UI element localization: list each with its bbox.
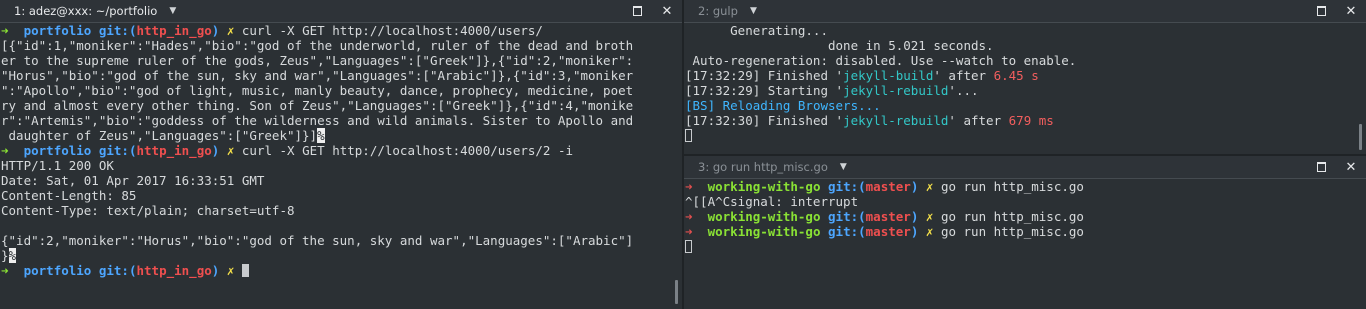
output-line: daughter of Zeus","Languages":["Greek"]}… <box>1 128 325 143</box>
left-pane-dropdown-icon[interactable]: ▼ <box>169 6 176 16</box>
cursor-line <box>685 128 1352 143</box>
left-scrollbar[interactable] <box>675 280 678 304</box>
bottom-right-pane-dropdown-icon[interactable]: ▼ <box>840 162 847 172</box>
cursor-line <box>685 239 1352 254</box>
output-line: {"id":2,"moniker":"Horus","bio":"god of … <box>1 233 634 248</box>
left-pane-titlebar: 1: adez@xxx: ~/portfolio ▼ ✕ <box>0 0 682 23</box>
output-line: ^[[A^Csignal: interrupt <box>685 194 859 209</box>
gulp-output[interactable]: Generating... done in 5.021 seconds. Aut… <box>684 23 1352 154</box>
output-line: ":"Apollo","bio":"god of light, music, m… <box>1 83 634 98</box>
output-line: [BS] Reloading Browsers... <box>685 98 881 113</box>
output-line: [17:32:29] Finished 'jekyll-build' after… <box>685 68 1039 83</box>
top-right-pane-dropdown-icon[interactable]: ▼ <box>750 6 757 16</box>
top-right-terminal-pane[interactable]: 2: gulp ▼ ✕ Generating... done in 5.021 … <box>684 0 1366 154</box>
output-line: Auto-regeneration: disabled. Use --watch… <box>685 53 1077 68</box>
terminal-cursor <box>685 129 692 142</box>
terminal-cursor <box>241 264 249 277</box>
output-line: HTTP/1.1 200 OK <box>1 158 114 173</box>
output-line: "Horus","bio":"god of the sun, sky and w… <box>1 68 634 83</box>
eol-mark: % <box>8 248 17 263</box>
output-line: Generating... <box>685 23 828 38</box>
bottom-right-pane-close-icon[interactable]: ✕ <box>1344 160 1358 175</box>
bottom-right-pane-maximize-icon[interactable] <box>1314 160 1328 174</box>
left-pane-title: 1: adez@xxx: ~/portfolio <box>14 4 158 18</box>
prompt-line: ➜ portfolio git:(http_in_go) ✗ <box>1 263 668 278</box>
eol-mark: % <box>317 128 325 143</box>
prompt-line: ➜ working-with-go git:(master) ✗ go run … <box>685 224 1084 239</box>
output-line: [{"id":1,"moniker":"Hades","bio":"god of… <box>1 38 634 53</box>
output-line: }% <box>1 248 17 263</box>
top-right-pane-title: 2: gulp <box>698 4 738 18</box>
terminal-cursor <box>685 240 692 253</box>
output-line: done in 5.021 seconds. <box>685 38 994 53</box>
left-pane-maximize-icon[interactable] <box>630 4 644 18</box>
output-line: [17:32:30] Finished 'jekyll-rebuild' aft… <box>685 113 1054 128</box>
left-terminal-pane[interactable]: 1: adez@xxx: ~/portfolio ▼ ✕ ➜ portfolio… <box>0 0 682 309</box>
prompt-line: ➜ portfolio git:(http_in_go) ✗ curl -X G… <box>1 23 543 38</box>
output-line: Date: Sat, 01 Apr 2017 16:33:51 GMT <box>1 173 265 188</box>
prompt-line: ➜ working-with-go git:(master) ✗ go run … <box>685 209 1084 224</box>
output-line: Content-Length: 85 <box>1 188 137 203</box>
prompt-line: ➜ working-with-go git:(master) ✗ go run … <box>685 179 1084 194</box>
output-line: er to the supreme ruler of the gods, Zeu… <box>1 53 634 68</box>
top-right-pane-titlebar: 2: gulp ▼ ✕ <box>684 0 1366 23</box>
output-line: [17:32:29] Starting 'jekyll-rebuild'... <box>685 83 979 98</box>
bottom-right-terminal-pane[interactable]: 3: go run http_misc.go ▼ ✕ ➜ working-wit… <box>684 156 1366 309</box>
output-line: Content-Type: text/plain; charset=utf-8 <box>1 203 295 218</box>
top-right-pane-close-icon[interactable]: ✕ <box>1344 4 1358 19</box>
top-right-scrollbar[interactable] <box>1359 124 1362 150</box>
output-line: r":"Artemis","bio":"goddess of the wilde… <box>1 113 634 128</box>
output-line: ry and almost every other thing. Son of … <box>1 98 634 113</box>
left-terminal-output[interactable]: ➜ portfolio git:(http_in_go) ✗ curl -X G… <box>0 23 668 309</box>
bottom-right-pane-titlebar: 3: go run http_misc.go ▼ ✕ <box>684 156 1366 179</box>
prompt-line: ➜ portfolio git:(http_in_go) ✗ curl -X G… <box>1 143 574 158</box>
top-right-pane-maximize-icon[interactable] <box>1314 4 1328 18</box>
bottom-right-pane-title: 3: go run http_misc.go <box>698 160 828 174</box>
left-pane-close-icon[interactable]: ✕ <box>660 4 674 19</box>
go-run-output[interactable]: ➜ working-with-go git:(master) ✗ go run … <box>684 179 1352 309</box>
